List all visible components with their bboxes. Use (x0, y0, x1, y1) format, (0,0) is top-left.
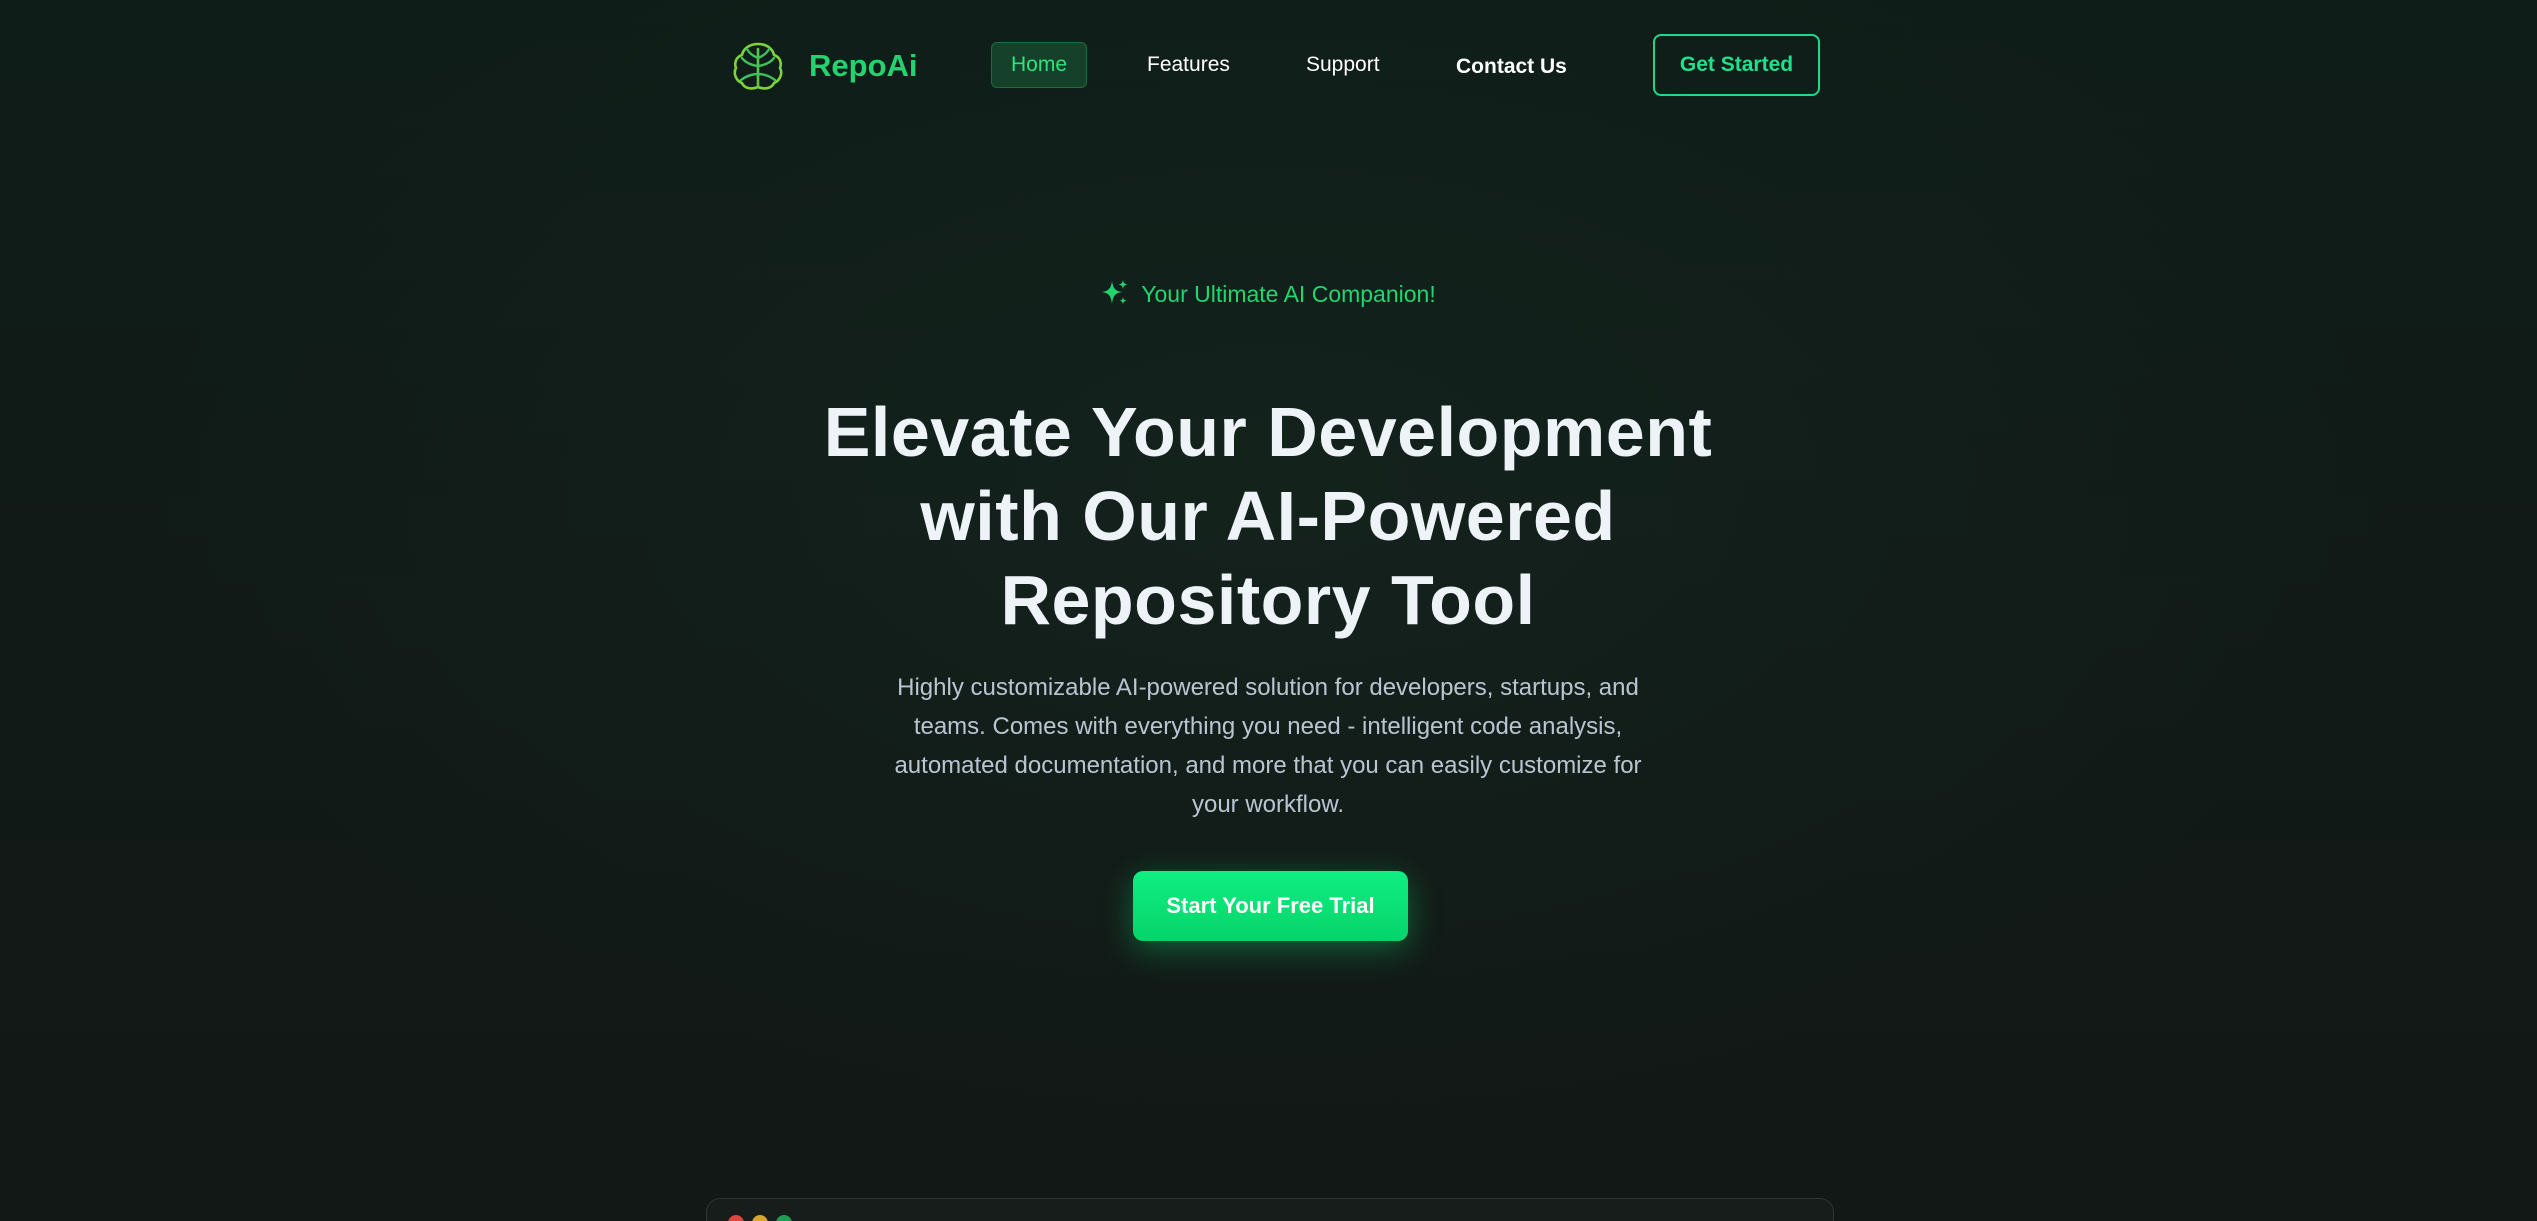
window-close-dot (728, 1215, 744, 1221)
window-maximize-dot (776, 1215, 792, 1221)
nav-link-contact-us[interactable]: Contact Us (1456, 53, 1567, 81)
nav-link-home[interactable]: Home (991, 42, 1087, 88)
brain-leaf-icon[interactable] (731, 40, 785, 92)
hero-description: Highly customizable AI-powered solution … (894, 674, 1642, 818)
brand-name[interactable]: RepoAi (809, 45, 918, 87)
get-started-button[interactable]: Get Started (1653, 34, 1820, 96)
sparkle-icon (1102, 280, 1128, 305)
window-minimize-dot (752, 1215, 768, 1221)
hero-tagline: Your Ultimate AI Companion! (0, 278, 2537, 310)
top-navigation: RepoAi Home Features Support Contact Us … (0, 0, 2537, 130)
start-free-trial-button[interactable]: Start Your Free Trial (1133, 871, 1408, 941)
hero-headline: Elevate Your Development with Our AI-Pow… (823, 393, 1713, 639)
nav-link-support[interactable]: Support (1306, 51, 1380, 79)
hero-tagline-text: Your Ultimate AI Companion! (1141, 281, 1436, 307)
app-preview-window (706, 1198, 1834, 1221)
nav-link-features[interactable]: Features (1147, 51, 1230, 79)
